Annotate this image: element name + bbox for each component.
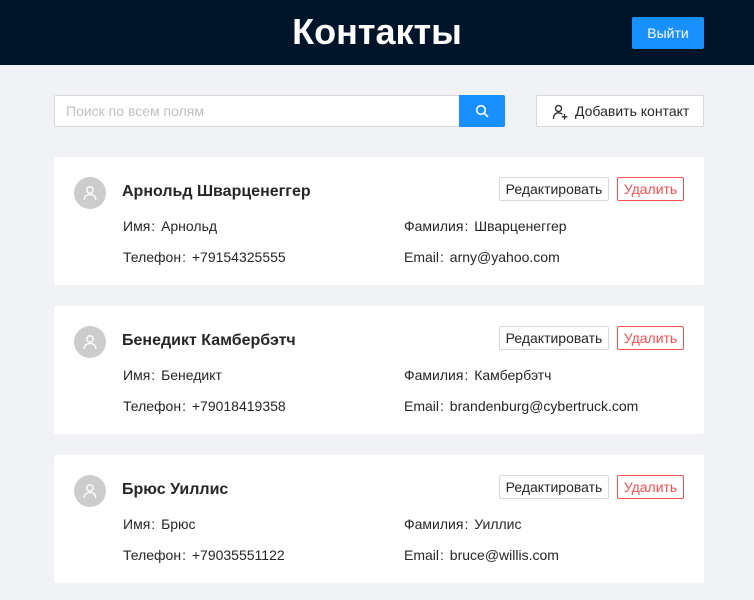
- field-separator: :: [440, 547, 444, 563]
- field-label: Телефон: [123, 547, 182, 563]
- contact-name: Брюс Уиллис: [122, 481, 229, 498]
- first-name-field: Имя: Арнольд: [123, 216, 217, 236]
- first-name-value: Бенедикт: [161, 367, 222, 383]
- search-bar: [54, 95, 505, 127]
- delete-button[interactable]: Удалить: [617, 326, 684, 350]
- field-separator: :: [464, 218, 469, 234]
- email-value: bruce@willis.com: [449, 547, 559, 563]
- first-name-field: Имя: Брюс: [123, 514, 196, 534]
- last-name-value: Камбербэтч: [474, 367, 552, 383]
- field-label: Телефон: [123, 398, 182, 414]
- field-separator: :: [440, 249, 444, 265]
- phone-field: Телефон: +79018419358: [123, 396, 286, 416]
- email-field: Email: arny@yahoo.com: [404, 247, 560, 267]
- last-name-value: Шварценеггер: [474, 218, 567, 234]
- search-button[interactable]: [459, 95, 505, 127]
- edit-button[interactable]: Редактировать: [499, 326, 609, 350]
- last-name-field: Фамилия: Камбербэтч: [404, 365, 551, 385]
- contact-card: Бенедикт Камбербэтч Редактировать Удалит…: [54, 306, 704, 434]
- field-separator: :: [151, 367, 156, 383]
- user-icon: [83, 335, 97, 350]
- contact-name: Арнольд Шварценеггер: [122, 183, 311, 200]
- contact-card: Арнольд Шварценеггер Редактировать Удали…: [54, 157, 704, 285]
- delete-button[interactable]: Удалить: [617, 177, 684, 201]
- field-label: Email: [404, 398, 440, 414]
- phone-field: Телефон: +79154325555: [123, 247, 286, 267]
- search-icon: [475, 104, 489, 118]
- email-value: brandenburg@cybertruck.com: [449, 398, 639, 414]
- avatar: [74, 177, 106, 209]
- field-label: Телефон: [123, 249, 182, 265]
- phone-value: +79018419358: [191, 398, 286, 414]
- email-field: Email: brandenburg@cybertruck.com: [404, 396, 638, 416]
- field-separator: :: [464, 367, 469, 383]
- field-label: Фамилия: [404, 516, 464, 532]
- field-label: Email: [404, 249, 440, 265]
- field-separator: :: [182, 249, 186, 265]
- email-value: arny@yahoo.com: [449, 249, 560, 265]
- field-label: Фамилия: [404, 367, 464, 383]
- last-name-field: Фамилия: Уиллис: [404, 514, 521, 534]
- field-separator: :: [151, 516, 156, 532]
- avatar: [74, 475, 106, 507]
- add-contact-button[interactable]: Добавить контакт: [536, 95, 704, 127]
- email-field: Email: bruce@willis.com: [404, 545, 559, 565]
- phone-value: +79035551122: [191, 547, 285, 563]
- field-separator: :: [151, 218, 156, 234]
- contact-card: Брюс Уиллис Редактировать Удалить Имя: Б…: [54, 455, 704, 583]
- avatar: [74, 326, 106, 358]
- first-name-value: Арнольд: [161, 218, 218, 234]
- last-name-field: Фамилия: Шварценеггер: [404, 216, 567, 236]
- field-label: Имя: [123, 218, 151, 234]
- first-name-value: Брюс: [161, 516, 196, 532]
- first-name-field: Имя: Бенедикт: [123, 365, 222, 385]
- logout-button[interactable]: Выйти: [632, 17, 704, 49]
- add-contact-label: Добавить контакт: [575, 103, 690, 119]
- field-separator: :: [182, 398, 186, 414]
- field-separator: :: [464, 516, 469, 532]
- phone-field: Телефон: +79035551122: [123, 545, 285, 565]
- field-label: Фамилия: [404, 218, 464, 234]
- edit-button[interactable]: Редактировать: [499, 475, 609, 499]
- field-label: Имя: [123, 516, 151, 532]
- contact-name: Бенедикт Камбербэтч: [122, 332, 296, 349]
- phone-value: +79154325555: [191, 249, 286, 265]
- user-icon: [83, 186, 97, 201]
- delete-button[interactable]: Удалить: [617, 475, 684, 499]
- edit-button[interactable]: Редактировать: [499, 177, 609, 201]
- field-separator: :: [182, 547, 186, 563]
- last-name-value: Уиллис: [474, 516, 522, 532]
- field-separator: :: [440, 398, 444, 414]
- app-header: Контакты Выйти: [0, 0, 754, 65]
- user-icon: [83, 484, 97, 499]
- field-label: Email: [404, 547, 440, 563]
- user-add-icon: [552, 104, 568, 120]
- field-label: Имя: [123, 367, 151, 383]
- search-input[interactable]: [54, 95, 459, 127]
